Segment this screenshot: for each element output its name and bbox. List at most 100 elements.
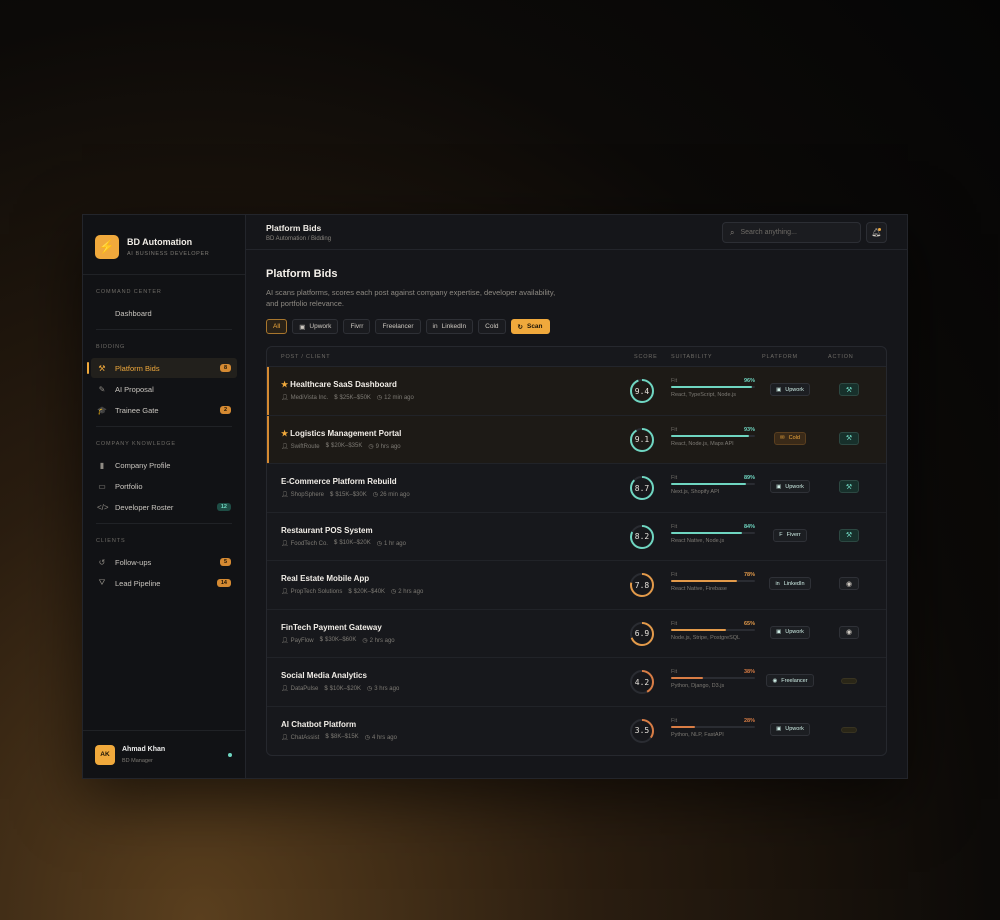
- table-row[interactable]: ★ Healthcare SaaS Dashboard 👤︎ MediVista In…: [267, 367, 886, 416]
- filter-fivrr[interactable]: Fivrr: [343, 319, 371, 334]
- platform-cell: in LinkedIn: [757, 577, 823, 590]
- sidebar-item-lead-pipeline[interactable]: ⛛ Lead Pipeline 14: [91, 573, 237, 593]
- nav-section-bidding: BIDDING ⚒ Platform Bids 8 ✎ AI Proposal 🎓 Train…: [83, 330, 245, 427]
- sidebar-item-platform-bids[interactable]: ⚒ Platform Bids 8: [87, 358, 237, 378]
- table-row[interactable]: AI Chatbot Platform 👤︎ ChatAssist $ $8K–$15K…: [267, 707, 886, 756]
- post-meta: 👤︎ PayFlow $ $30K–$60K ◷ 2 hrs ago: [281, 637, 401, 644]
- platform-badge: ▣ Upwork: [770, 383, 810, 396]
- platform-name: Cold: [788, 435, 800, 441]
- nav-section-clients: CLIENTS ↺ Follow-ups 5 ⛛ Lead Pipeline 14: [83, 524, 245, 593]
- fit-label: Fit: [671, 378, 678, 384]
- suitability-cell: Fit 84% React Native, Node.js: [671, 524, 755, 544]
- filter-all[interactable]: All: [266, 319, 288, 334]
- upwork-icon: ▣: [776, 726, 782, 732]
- table-row[interactable]: ★ Logistics Management Portal 👤︎ SwiftRoute…: [267, 415, 886, 464]
- filter-freelancer[interactable]: Freelancer: [375, 319, 421, 334]
- post-title-text: Restaurant POS System: [281, 525, 373, 535]
- skills-text: Next.js, Shopify API: [671, 489, 720, 495]
- score-value: 4.2: [634, 677, 650, 687]
- score-value: 3.5: [634, 726, 650, 735]
- meta-time: ◷ 3 hrs ago: [367, 685, 399, 692]
- post-title: E-Commerce Platform Rebuild: [281, 477, 416, 486]
- table-row[interactable]: E-Commerce Platform Rebuild 👤︎ ShopSphere $…: [267, 464, 886, 513]
- count-badge: 5: [219, 558, 231, 566]
- view-button[interactable]: ◉: [839, 577, 859, 590]
- sidebar-item-portfolio[interactable]: ▭ Portfolio: [91, 476, 237, 496]
- sidebar-item-trainee-gate[interactable]: 🎓 Trainee Gate 2: [91, 400, 237, 420]
- fit-bar: [671, 386, 755, 388]
- nav-section-heading: CLIENTS: [96, 538, 126, 544]
- platform-filters: All ▣ Upwork Fivrr Freelancer in LinkedIn Cold ↻…: [266, 319, 887, 334]
- action-cell: ⚒: [839, 528, 859, 542]
- action-cell: ⚒: [839, 431, 859, 445]
- post-title: AI Chatbot Platform: [281, 720, 403, 729]
- topbar-title: Platform Bids: [266, 222, 322, 233]
- sidebar-item-ai-proposal[interactable]: ✎ AI Proposal: [91, 379, 237, 399]
- star-icon: ★: [281, 380, 289, 389]
- avatar: AK: [95, 744, 115, 765]
- table-row[interactable]: Restaurant POS System 👤︎ FoodTech Co. $ $10K…: [267, 513, 886, 561]
- dollar-icon: $: [348, 588, 352, 595]
- clock-icon: ◷: [364, 734, 370, 741]
- meta-budget: $ $10K–$20K: [324, 686, 361, 692]
- notifications-button[interactable]: 🔔︎: [866, 222, 887, 243]
- fit-bar: [671, 628, 755, 631]
- filter-cold[interactable]: Cold: [478, 319, 506, 334]
- search-placeholder: Search anything...: [740, 229, 797, 236]
- filter-upwork[interactable]: ▣ Upwork: [292, 319, 339, 334]
- fit-percent: 38%: [743, 669, 755, 675]
- sidebar-nav: COMMAND CENTER Dashboard BIDDING ⚒ Platform …: [83, 275, 245, 594]
- platform-badge: ▣ Upwork: [770, 722, 810, 736]
- online-status-icon: [228, 753, 232, 757]
- table-row[interactable]: FinTech Payment Gateway 👤︎ PayFlow $ $30K–$6…: [267, 610, 886, 658]
- sidebar-item-developer-roster[interactable]: </> Developer Roster 12: [91, 497, 237, 517]
- trainee-gate-icon: 🎓: [97, 405, 107, 415]
- brand-title: BD Automation: [127, 236, 193, 247]
- hammer-icon: ⚒: [845, 435, 853, 442]
- bid-button[interactable]: ⚒: [839, 480, 859, 493]
- platform-cell: ✉ Cold: [757, 431, 823, 445]
- dollar-icon: $: [325, 443, 329, 449]
- clock-icon: ◷: [368, 443, 374, 450]
- person-icon: 👤︎: [281, 637, 289, 644]
- budget-text: $8K–$15K: [330, 734, 359, 740]
- bid-button[interactable]: ⚒: [839, 383, 859, 396]
- sidebar: ⚡ BD Automation AI BUSINESS DEVELOPER CO…: [83, 215, 246, 778]
- sidebar-item-company-profile[interactable]: ▮ Company Profile: [91, 455, 237, 475]
- fit-percent: 93%: [743, 426, 755, 433]
- table-row[interactable]: Social Media Analytics 👤︎ DataPulse $ $10K–$…: [267, 658, 886, 707]
- fit-bar-fill: [671, 386, 752, 388]
- upwork-icon: ▣: [776, 629, 782, 635]
- action-cell: [839, 674, 857, 684]
- clock-icon: ◷: [376, 395, 383, 401]
- bids-table: POST / CLIENT SCORE SUITABILITY PLATFORM…: [266, 346, 887, 756]
- budget-text: $30K–$60K: [324, 637, 357, 643]
- fit-bar: [671, 725, 755, 728]
- search-input[interactable]: ⌕ Search anything...: [722, 222, 861, 243]
- sidebar-item-label: Dashboard: [115, 308, 152, 318]
- score-ring: 9.1: [629, 427, 655, 453]
- fit-percent: 28%: [743, 717, 755, 724]
- post-cell: E-Commerce Platform Rebuild 👤︎ ShopSphere $…: [281, 477, 416, 498]
- sidebar-item-follow-ups[interactable]: ↺ Follow-ups 5: [91, 552, 237, 572]
- nav-section-company-knowledge: COMPANY KNOWLEDGE ▮ Company Profile ▭ Portfo…: [83, 427, 245, 524]
- content: Platform Bids AI scans platforms, scores…: [246, 250, 907, 756]
- fit-label: Fit: [671, 620, 678, 627]
- view-button[interactable]: ◉: [839, 625, 859, 639]
- scan-button[interactable]: ↻ Scan: [510, 319, 550, 334]
- fit-row: Fit 84%: [671, 524, 755, 530]
- brand: ⚡ BD Automation AI BUSINESS DEVELOPER: [83, 215, 245, 275]
- post-title-text: E-Commerce Platform Rebuild: [281, 477, 397, 486]
- post-title-text: Real Estate Mobile App: [281, 574, 370, 583]
- dollar-icon: $: [325, 734, 329, 740]
- post-meta: 👤︎ DataPulse $ $10K–$20K ◷ 3 hrs ago: [281, 685, 405, 693]
- meta-client: 👤︎ PayFlow: [281, 637, 314, 644]
- nav-section-heading: COMPANY KNOWLEDGE: [96, 441, 176, 447]
- filter-linkedin[interactable]: in LinkedIn: [425, 319, 474, 334]
- sidebar-item-dashboard[interactable]: Dashboard: [91, 303, 237, 323]
- user-profile[interactable]: AK Ahmad Khan BD Manager: [83, 730, 245, 778]
- bid-button[interactable]: ⚒: [839, 431, 859, 445]
- bid-button[interactable]: ⚒: [839, 528, 859, 542]
- post-title: Restaurant POS System: [281, 526, 412, 535]
- table-row[interactable]: Real Estate Mobile App 👤︎ PropTech Solutio…: [267, 561, 886, 610]
